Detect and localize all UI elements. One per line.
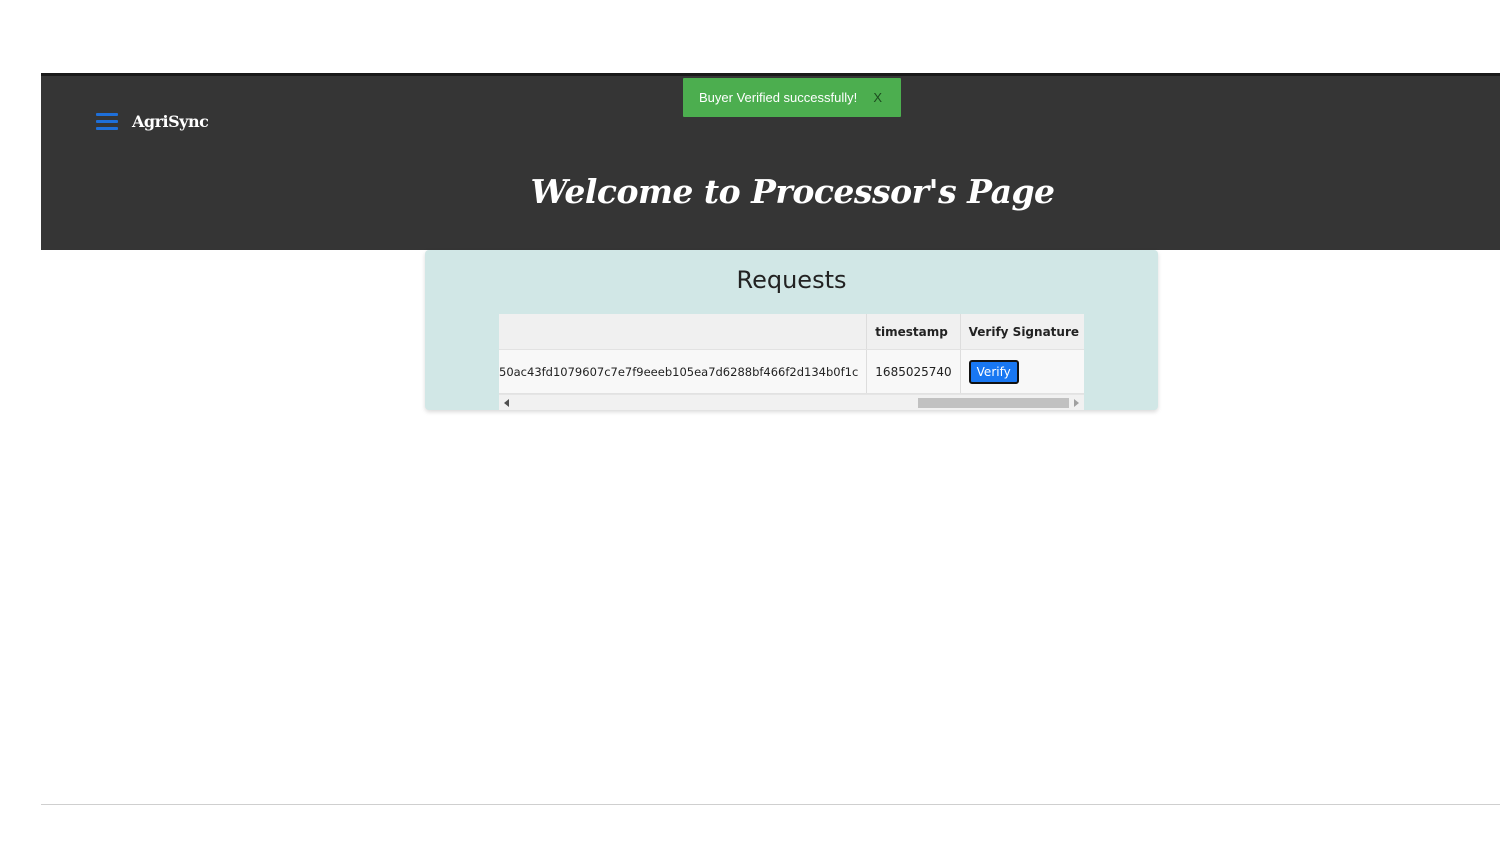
timestamp-cell: 1685025740	[866, 349, 961, 394]
column-header-verify-signature: Verify Signature	[960, 314, 1084, 350]
requests-title: Requests	[736, 266, 847, 294]
scroll-left-icon[interactable]	[504, 399, 509, 407]
page: AgriSync Welcome to Processor's Page Buy…	[0, 0, 1500, 844]
scrollbar-thumb[interactable]	[918, 398, 1069, 408]
requests-card: Requests timestamp Verify Signature 50ac…	[425, 250, 1158, 410]
toast-close-button[interactable]: X	[873, 90, 882, 105]
column-header-timestamp: timestamp	[866, 314, 961, 350]
hash-value: 50ac43fd1079607c7e7f9eeeb105ea7d6288bf46…	[499, 364, 859, 379]
brand-logo[interactable]: AgriSync	[132, 112, 209, 131]
toast-message: Buyer Verified successfully!	[699, 90, 858, 105]
requests-table-scroll[interactable]: timestamp Verify Signature 50ac43fd10796…	[499, 314, 1084, 410]
verify-cell: Verify	[960, 349, 1084, 394]
scroll-right-icon[interactable]	[1074, 399, 1079, 407]
hamburger-menu-icon[interactable]	[96, 113, 118, 133]
success-toast: Buyer Verified successfully! X	[683, 78, 901, 117]
table-row: 50ac43fd1079607c7e7f9eeeb105ea7d6288bf46…	[499, 349, 1084, 394]
requests-table: timestamp Verify Signature 50ac43fd10796…	[499, 314, 1084, 394]
hash-cell: 50ac43fd1079607c7e7f9eeeb105ea7d6288bf46…	[499, 349, 868, 394]
verify-button[interactable]: Verify	[968, 359, 1019, 384]
footer-divider	[41, 804, 1500, 805]
column-header-hash	[499, 314, 868, 350]
page-title: Welcome to Processor's Page	[530, 172, 1055, 211]
table-header-row: timestamp Verify Signature	[499, 314, 1084, 350]
horizontal-scrollbar[interactable]	[499, 394, 1084, 410]
